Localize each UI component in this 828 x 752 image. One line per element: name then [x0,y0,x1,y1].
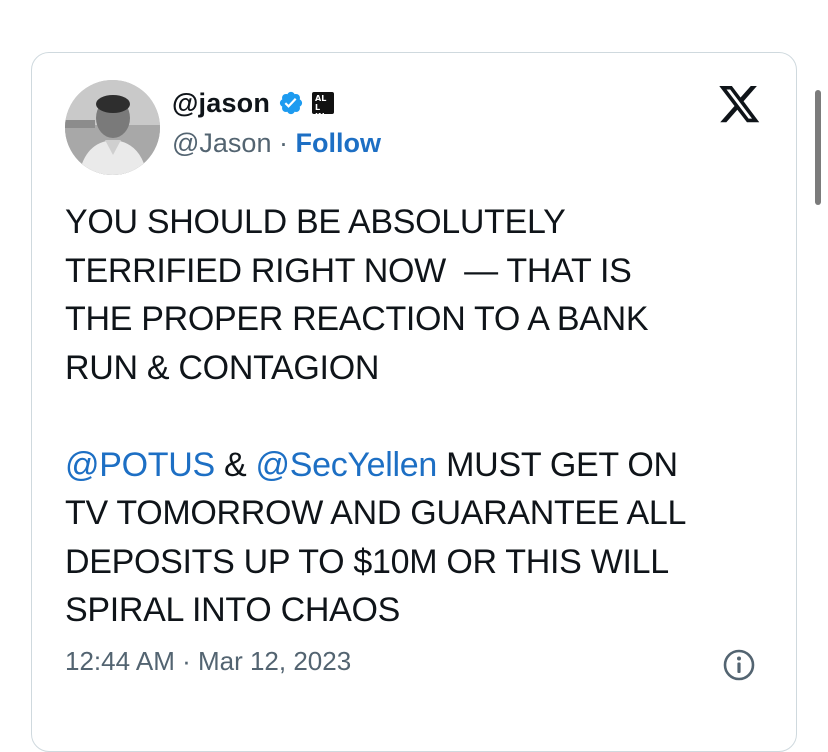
tweet-timestamp[interactable]: 12:44 AM · Mar 12, 2023 [65,646,351,677]
mention-secyellen-link[interactable]: @SecYellen [256,446,438,484]
tweet-line-mentions: @POTUS & @SecYellen MUST GET ON [65,441,785,490]
tweet-line: TV TOMORROW AND GUARANTEE ALL [65,494,687,532]
tweet-line: SPIRAL INTO CHAOS [65,591,400,629]
tweet-line: RUN & CONTAGION [65,348,380,387]
tweet-text: YOU SHOULD BE ABSOLUTELY TERRIFIED RIGHT… [65,198,785,635]
verified-badge-icon[interactable] [278,90,304,116]
tweet-line: YOU SHOULD BE ABSOLUTELY [65,203,566,241]
mention-potus-link[interactable]: @POTUS [65,446,215,484]
tweet-line-rest: MUST GET ON [437,445,678,484]
tweet-line: DEPOSITS UP TO $10M OR THIS WILL [65,542,669,581]
info-icon[interactable] [722,648,756,682]
author-display-name[interactable]: @jason [172,88,270,119]
author-handle-row: @Jason · Follow [172,128,381,159]
x-logo-icon[interactable] [718,86,762,124]
tweet-line: TERRIFIED RIGHT NOW — THAT IS [65,251,632,290]
avatar[interactable] [65,80,160,175]
scrollbar[interactable] [815,90,821,205]
affiliation-badge-icon[interactable]: ALL IN [312,92,335,121]
affiliation-badge-text: ALL IN [315,94,327,121]
author-name-row: @jason ALL IN [172,86,335,121]
tweet-line: THE PROPER REACTION TO A BANK [65,300,649,338]
mention-ampersand: & [214,445,256,484]
follow-button[interactable]: Follow [295,128,380,158]
handle-separator: · [271,128,296,158]
author-handle[interactable]: @Jason [172,128,271,158]
